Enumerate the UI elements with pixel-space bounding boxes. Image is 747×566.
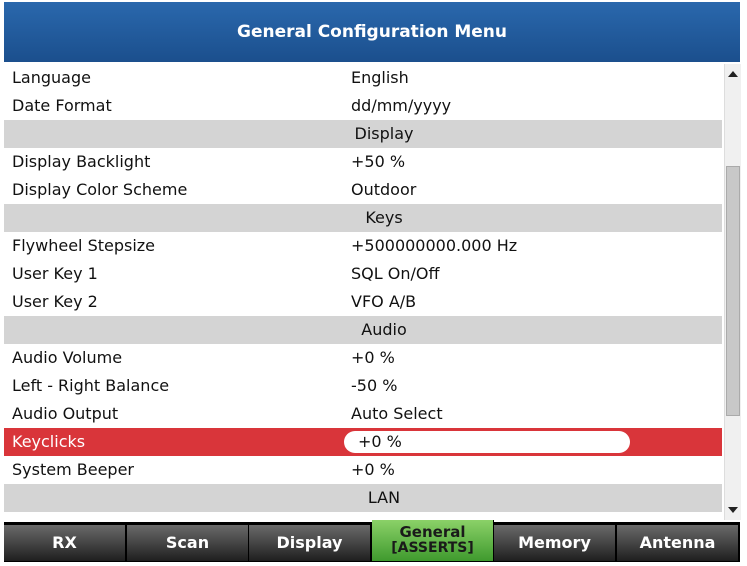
setting-label: User Key 2 <box>12 292 98 311</box>
setting-label: Flywheel Stepsize <box>12 236 156 255</box>
scroll-down-button[interactable] <box>725 500 741 520</box>
menu-title: General Configuration Menu <box>4 2 740 62</box>
softkey-general[interactable]: General [ASSERTS] <box>372 520 494 561</box>
settings-list: Language English Date Format dd/mm/yyyy Disp… <box>4 64 722 520</box>
setting-row[interactable]: Language English <box>4 64 722 92</box>
softkey-label: General <box>399 523 466 541</box>
setting-value: +0 % <box>358 432 402 451</box>
setting-label: Display Color Scheme <box>12 180 188 199</box>
setting-label: Left - Right Balance <box>12 376 170 395</box>
setting-value: English <box>351 68 409 87</box>
setting-row[interactable]: Audio Volume +0 % <box>4 344 722 372</box>
section-header: Keys <box>4 204 722 232</box>
setting-label: Audio Output <box>12 404 119 423</box>
setting-value: SQL On/Off <box>351 264 440 283</box>
setting-row[interactable]: Audio Output Auto Select <box>4 400 722 428</box>
triangle-down-icon <box>728 507 738 513</box>
softkey-sublabel: [ASSERTS] <box>391 540 474 556</box>
setting-row[interactable]: Display Color Scheme Outdoor <box>4 176 722 204</box>
setting-row[interactable]: System Beeper +0 % <box>4 456 722 484</box>
setting-row[interactable]: User Key 1 SQL On/Off <box>4 260 722 288</box>
section-header: LAN <box>4 484 722 512</box>
setting-label: Keyclicks <box>12 432 86 451</box>
setting-row[interactable]: Left - Right Balance -50 % <box>4 372 722 400</box>
setting-label: User Key 1 <box>12 264 98 283</box>
section-header: Display <box>4 120 722 148</box>
setting-value: +50 % <box>351 152 406 171</box>
softkey-label: RX <box>52 533 77 552</box>
section-header-label: Display <box>354 124 414 143</box>
setting-row[interactable]: User Key 2 VFO A/B <box>4 288 722 316</box>
softkey-display[interactable]: Display <box>249 525 371 561</box>
triangle-up-icon <box>728 71 738 77</box>
setting-row-selected[interactable]: Keyclicks +0 % <box>4 428 722 456</box>
setting-value: Outdoor <box>351 180 417 199</box>
setting-row[interactable]: Flywheel Stepsize +500000000.000 Hz <box>4 232 722 260</box>
setting-value: Auto Select <box>351 404 443 423</box>
setting-value: dd/mm/yyyy <box>351 96 452 115</box>
softkey-memory[interactable]: Memory <box>494 525 616 561</box>
softkey-rx[interactable]: RX <box>4 525 126 561</box>
setting-value: +0 % <box>351 460 395 479</box>
setting-label: Date Format <box>12 96 112 115</box>
setting-label: Language <box>12 68 91 87</box>
setting-value-editor[interactable]: +0 % <box>344 431 630 453</box>
setting-label: System Beeper <box>12 460 134 479</box>
scroll-thumb[interactable] <box>726 166 740 416</box>
section-header-label: LAN <box>367 488 401 507</box>
config-window: General Configuration Menu Language Engli… <box>4 2 741 562</box>
softkey-bar: RX Scan Display General [ASSERTS] Memory Anten… <box>4 520 740 562</box>
setting-value: +500000000.000 Hz <box>351 236 518 255</box>
section-header-label: Keys <box>365 208 403 227</box>
softkey-label: Memory <box>518 533 591 552</box>
softkey-antenna[interactable]: Antenna <box>617 525 739 561</box>
setting-label: Audio Volume <box>12 348 123 367</box>
setting-row[interactable]: Date Format dd/mm/yyyy <box>4 92 722 120</box>
softkey-scan[interactable]: Scan <box>127 525 249 561</box>
setting-value: +0 % <box>351 348 395 367</box>
softkey-label: Antenna <box>639 533 716 552</box>
setting-row[interactable]: Display Backlight +50 % <box>4 148 722 176</box>
softkey-label: Display <box>276 533 343 552</box>
setting-label: Display Backlight <box>12 152 151 171</box>
section-header-label: Audio <box>361 320 407 339</box>
setting-value: VFO A/B <box>351 292 417 311</box>
softkey-label: Scan <box>165 533 210 552</box>
scrollbar[interactable] <box>724 64 741 520</box>
section-header: Audio <box>4 316 722 344</box>
scroll-up-button[interactable] <box>725 64 741 84</box>
setting-value: -50 % <box>351 376 398 395</box>
